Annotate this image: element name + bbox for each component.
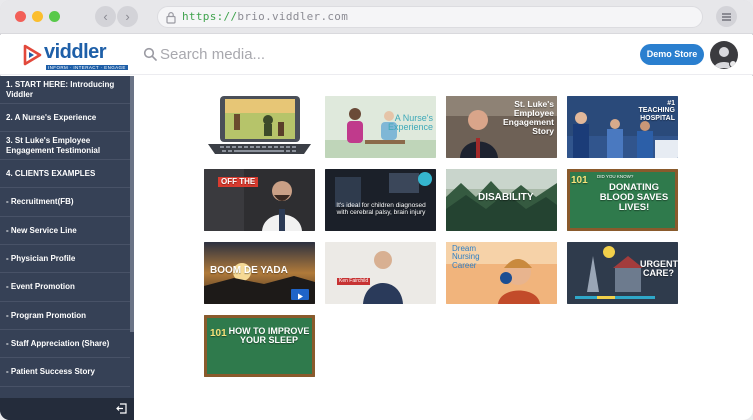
browser-window: ‹ › https://brio.viddler.com viddler INF… [0, 0, 753, 420]
app-header: viddler INFORM · INTERACT · ENGAGE Demo … [0, 35, 753, 75]
sidebar-item-start-here[interactable]: 1. START HERE: Introducing Viddler [0, 76, 130, 104]
sidebar-item-physician-profile[interactable]: - Physician Profile [0, 245, 130, 273]
media-grid: A Nurse's Experience St. Luke's Employee… [134, 76, 753, 420]
media-thumbnail[interactable]: Dream Nursing Career [446, 242, 557, 304]
speaker-name-label: Ken Fairchild [337, 278, 371, 286]
menu-icon-line [722, 16, 731, 18]
url-host: brio.viddler.com [237, 10, 349, 23]
address-bar[interactable]: https://brio.viddler.com [157, 6, 703, 28]
demo-store-button[interactable]: Demo Store [640, 44, 704, 65]
media-thumbnail[interactable]: Ken Fairchild [325, 242, 436, 304]
sidebar-item-patient-success[interactable]: - Patient Success Story [0, 358, 130, 387]
media-thumbnail[interactable]: #1 TEACHING HOSPITAL [567, 96, 678, 158]
url-protocol: https:// [182, 10, 238, 23]
sidebar-footer [0, 398, 134, 420]
logout-icon[interactable] [116, 403, 127, 414]
back-button[interactable]: ‹ [95, 6, 116, 27]
media-thumbnail[interactable]: OFF THE [204, 169, 315, 231]
sidebar-item-staff-appreciation[interactable]: - Staff Appreciation (Share) [0, 330, 130, 358]
viddler-logo[interactable]: viddler INFORM · INTERACT · ENGAGE [22, 41, 128, 71]
chevron-right-icon: › [125, 9, 130, 24]
chevron-left-icon: ‹ [103, 9, 108, 24]
thumbnail-title: HOW TO IMPROVE YOUR SLEEP [228, 326, 310, 346]
sidebar-item-new-service-line[interactable]: - New Service Line [0, 217, 130, 245]
sidebar-item-event-promotion[interactable]: - Event Promotion [0, 273, 130, 302]
search-icon [143, 47, 157, 61]
media-thumbnail[interactable]: A Nurse's Experience [325, 96, 436, 158]
thumbnail-badge: 101 [571, 175, 588, 186]
media-thumbnail[interactable]: St. Luke's Employee Engagement Story [446, 96, 557, 158]
forward-button[interactable]: › [117, 6, 138, 27]
thumbnail-caption: It's ideal for children diagnosed with c… [336, 202, 426, 216]
media-thumbnail[interactable]: BOOM DE YADA [204, 242, 315, 304]
play-icon [298, 293, 303, 300]
menu-icon-line [722, 19, 731, 21]
media-thumbnail[interactable]: It's ideal for children diagnosed with c… [325, 169, 436, 231]
thumbnail-title: St. Luke's Employee Engagement Story [502, 99, 554, 136]
thumbnail-topline: DID YOU KNOW? [597, 174, 634, 179]
thumbnail-title: OFF THE [218, 177, 259, 188]
sidebar-item-recruitment[interactable]: - Recruitment(FB) [0, 188, 130, 217]
thumbnail-badge: 101 [210, 328, 227, 339]
thumbnail-title: DISABILITY [478, 192, 534, 203]
url-text: https://brio.viddler.com [182, 10, 348, 23]
sidebar-item-nurses-experience[interactable]: 2. A Nurse's Experience [0, 104, 130, 132]
thumbnail-title: A Nurse's Experience [387, 113, 433, 133]
media-thumbnail[interactable]: DISABILITY [446, 169, 557, 231]
browser-menu-button[interactable] [716, 6, 737, 27]
thumbnail-title: #1 TEACHING HOSPITAL [638, 100, 675, 122]
minimize-window-button[interactable] [32, 11, 43, 22]
therapy-photo [325, 169, 436, 231]
laptop-illustration [204, 96, 315, 158]
thumbnail-title: Dream Nursing Career [452, 244, 480, 270]
thumbnail-title: DONATING BLOOD SAVES LIVES! [599, 182, 669, 213]
play-logo-icon [23, 44, 42, 66]
thumbnail-title: BOOM DE YADA [210, 265, 288, 276]
maximize-window-button[interactable] [49, 11, 60, 22]
play-button[interactable] [291, 289, 309, 300]
browser-toolbar: ‹ › https://brio.viddler.com [0, 0, 753, 34]
media-thumbnail[interactable]: 101 DID YOU KNOW? DONATING BLOOD SAVES L… [567, 169, 678, 231]
logo-wordmark: viddler [44, 41, 107, 63]
lock-icon [166, 12, 176, 24]
media-thumbnail[interactable]: URGENT CARE? [567, 242, 678, 304]
search-input[interactable] [160, 44, 460, 64]
interview-photo [325, 242, 436, 304]
media-thumbnail[interactable] [204, 96, 315, 158]
sidebar-item-clients-examples[interactable]: 4. CLIENTS EXAMPLES [0, 160, 130, 188]
chalkboard-frame [204, 315, 315, 377]
media-thumbnail[interactable]: 101 HOW TO IMPROVE YOUR SLEEP [204, 315, 315, 377]
menu-icon-line [722, 13, 731, 15]
thumbnail-title: URGENT CARE? [640, 259, 678, 279]
sidebar: 1. START HERE: Introducing Viddler 2. A … [0, 76, 134, 420]
logo-tagline: INFORM · INTERACT · ENGAGE [46, 65, 128, 70]
close-window-button[interactable] [15, 11, 26, 22]
user-icon [714, 47, 737, 68]
user-avatar[interactable] [710, 41, 738, 69]
sidebar-item-program-promotion[interactable]: - Program Promotion [0, 302, 130, 330]
sidebar-item-st-lukes-testimonial[interactable]: 3. St Luke's Employee Engagement Testimo… [0, 132, 130, 160]
